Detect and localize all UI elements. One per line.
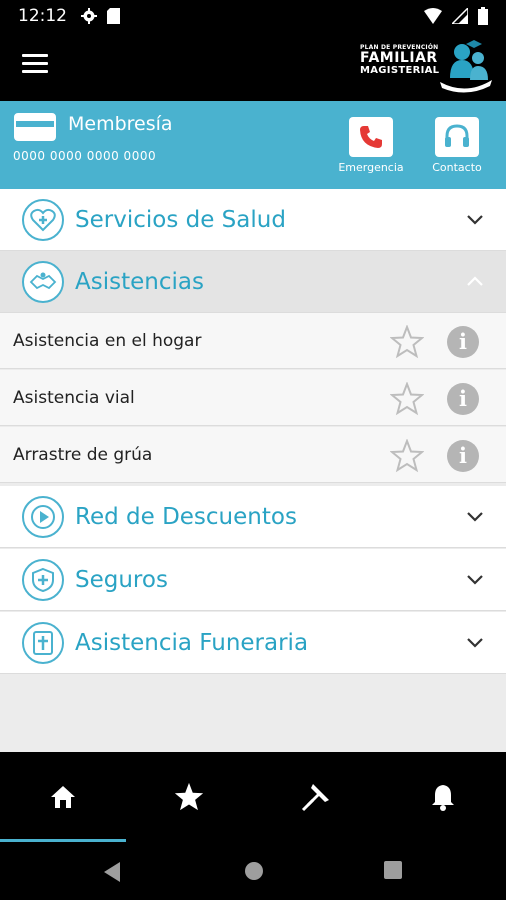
emergency-button[interactable]: Emergencia [336,117,406,179]
info-icon[interactable]: i [447,383,479,415]
signal-icon [452,8,468,24]
assistance-handshake-icon [22,261,64,303]
emergency-label: Emergencia [338,161,404,174]
app-bar: PLAN DE PREVENCIÓN FAMILIAR MAGISTERIAL [0,32,506,101]
item-label: Asistencia vial [13,388,135,408]
phone-icon [360,126,382,148]
nav-notifications[interactable] [380,752,506,842]
services-list: Servicios de Salud Asistencias Asistenci… [0,189,506,752]
insurance-shield-icon [22,559,64,601]
wifi-icon [424,8,442,24]
settings-gear-icon [81,8,97,24]
info-icon[interactable]: i [447,326,479,358]
item-label: Asistencia en el hogar [13,331,202,351]
list-item[interactable]: Arrastre de grúa i [0,427,506,483]
status-bar: 12:12 [0,0,506,32]
home-icon [51,786,75,808]
nav-home[interactable] [0,752,126,842]
section-title: Asistencia Funeraria [75,630,309,656]
section-asistencia-funeraria[interactable]: Asistencia Funeraria [0,612,506,674]
funeral-cross-icon [22,622,64,664]
nav-pinned[interactable] [253,752,379,842]
logo-line2: FAMILIAR [360,50,438,66]
discount-play-icon [22,496,64,538]
credit-card-icon [14,113,56,141]
membership-title: Membresía [68,113,173,135]
section-asistencias[interactable]: Asistencias [0,251,506,313]
section-title: Red de Descuentos [75,504,297,530]
chevron-down-icon [467,215,483,225]
home-circle-icon[interactable] [244,861,264,881]
chevron-down-icon [467,575,483,585]
family-logo-icon [440,40,492,93]
nav-favorites[interactable] [126,752,252,842]
favorite-star-icon[interactable] [390,382,424,416]
favorite-star-icon[interactable] [390,325,424,359]
section-servicios-de-salud[interactable]: Servicios de Salud [0,189,506,251]
headset-icon [445,124,469,147]
star-icon [174,782,204,811]
back-icon[interactable] [102,861,122,883]
list-item[interactable]: Asistencia vial i [0,370,506,426]
favorite-star-icon[interactable] [390,439,424,473]
membership-banner: Membresía 0000 0000 0000 0000 Emergencia… [0,101,506,189]
contact-button[interactable]: Contacto [422,117,492,179]
system-navigation-bar [0,842,506,900]
chevron-up-icon [467,276,483,286]
app-logo: PLAN DE PREVENCIÓN FAMILIAR MAGISTERIAL [360,36,496,96]
health-heart-icon [22,199,64,241]
pin-icon [301,784,329,812]
status-time: 12:12 [18,6,67,26]
battery-icon [478,7,488,25]
menu-icon[interactable] [22,54,48,74]
bottom-navigation [0,752,506,842]
bell-icon [432,785,454,811]
section-red-de-descuentos[interactable]: Red de Descuentos [0,486,506,548]
recents-icon[interactable] [384,861,402,879]
logo-line3: MAGISTERIAL [360,65,440,76]
membership-number: 0000 0000 0000 0000 [13,149,157,163]
sd-card-icon [107,8,120,24]
section-title: Asistencias [75,269,204,295]
item-label: Arrastre de grúa [13,445,153,465]
section-title: Seguros [75,567,168,593]
section-seguros[interactable]: Seguros [0,549,506,611]
chevron-down-icon [467,512,483,522]
chevron-down-icon [467,638,483,648]
list-item[interactable]: Asistencia en el hogar i [0,313,506,369]
section-title: Servicios de Salud [75,207,286,233]
contact-label: Contacto [432,161,482,174]
info-icon[interactable]: i [447,440,479,472]
